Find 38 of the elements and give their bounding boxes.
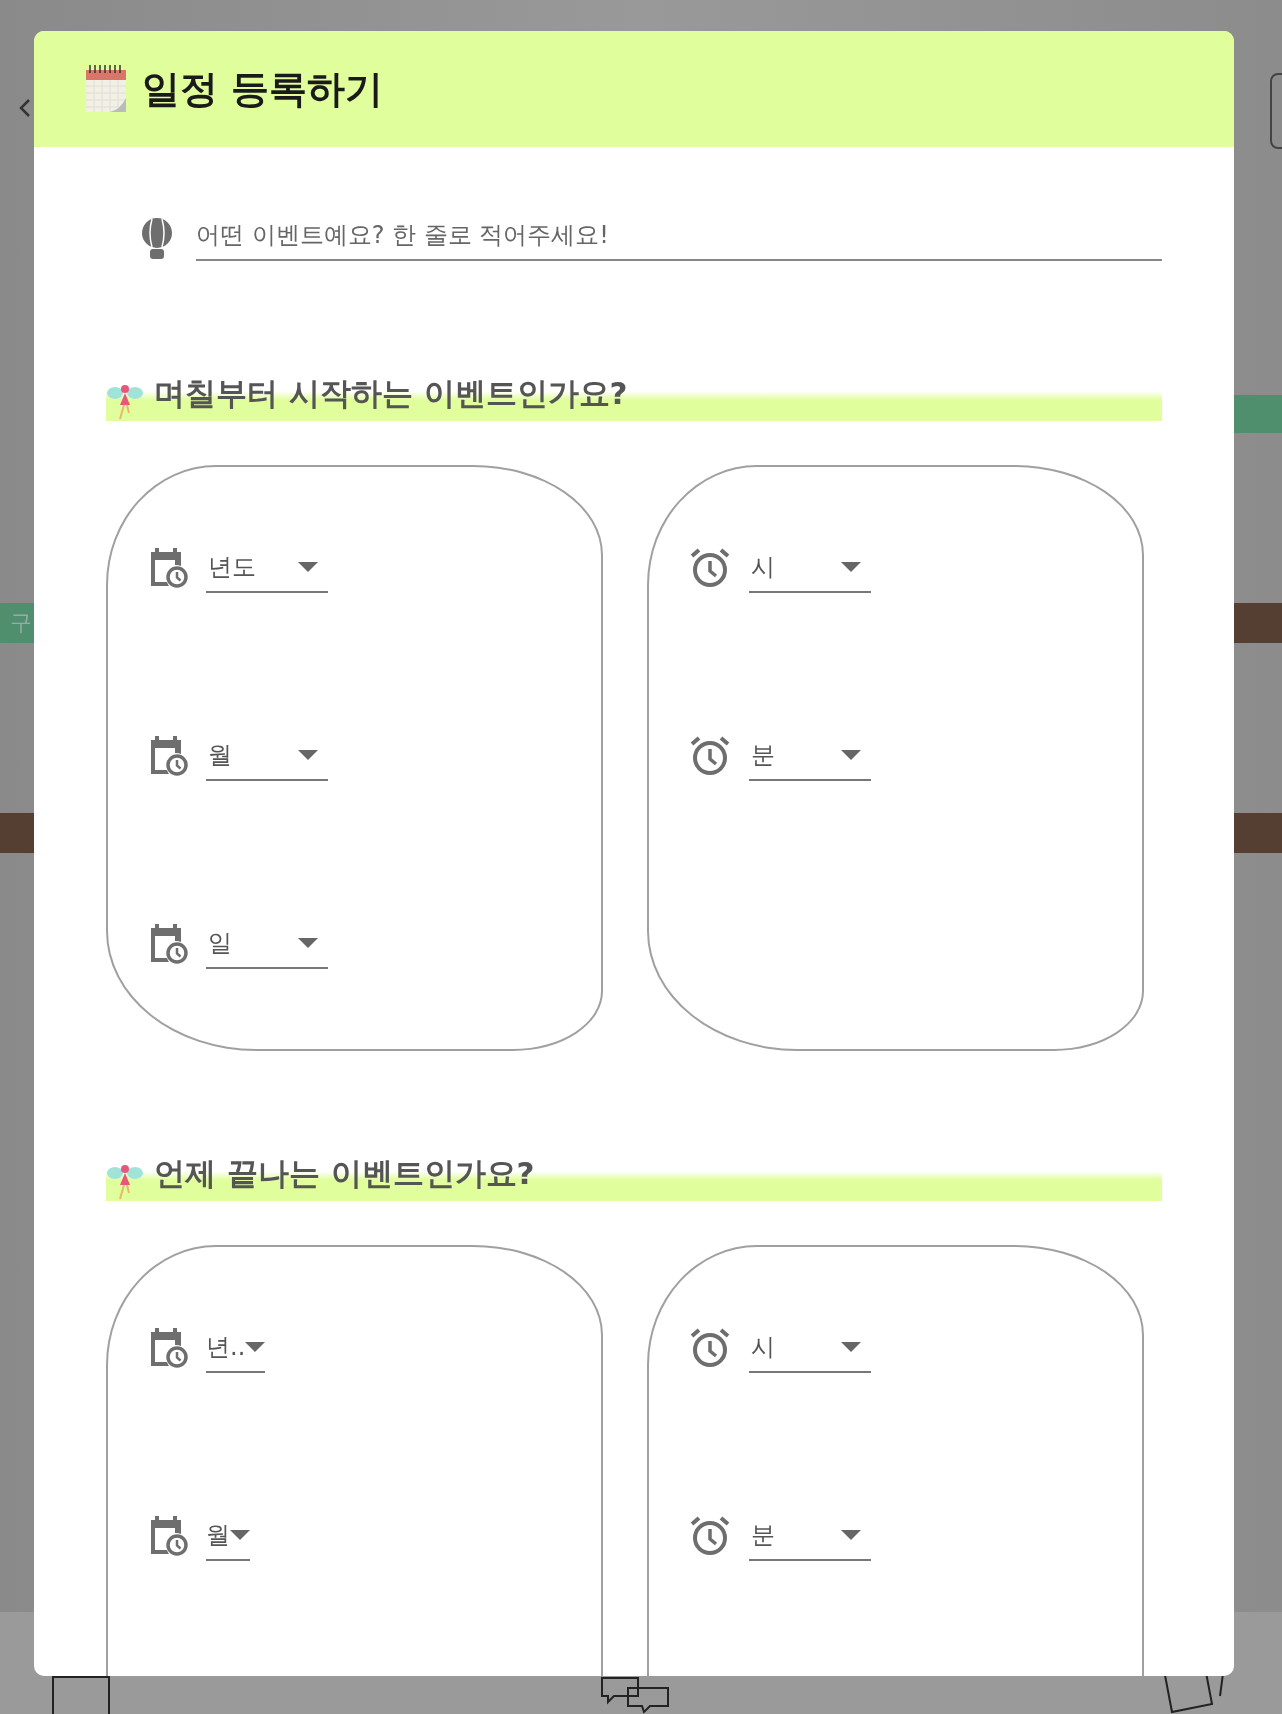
calendar-clock-icon: [148, 1326, 188, 1370]
time-dropdown[interactable]: 시: [749, 543, 871, 593]
time-dropdown[interactable]: 분: [749, 1511, 871, 1561]
caret-icon: [230, 1530, 250, 1540]
caret-icon: [298, 750, 318, 760]
background-band: [0, 813, 34, 853]
background-band: [1234, 395, 1282, 433]
section-heading: 언제 끝나는 이벤트인가요?: [154, 1154, 535, 1193]
time-dropdown[interactable]: 분: [749, 731, 871, 781]
alarm-clock-icon: [689, 547, 731, 589]
caret-icon: [841, 562, 861, 572]
alarm-clock-icon: [689, 1515, 731, 1557]
caret-icon: [841, 1530, 861, 1540]
calendar-clock-icon: [148, 922, 188, 966]
date-dropdown[interactable]: 일: [206, 919, 328, 969]
background-band: [1234, 603, 1282, 643]
alarm-clock-icon: [689, 1327, 731, 1369]
caret-icon: [841, 1342, 861, 1352]
calendar-clock-icon: [148, 734, 188, 778]
caret-icon: [245, 1342, 266, 1352]
date-dropdown[interactable]: 월: [206, 731, 328, 781]
dialog-title: 일정 등록하기: [142, 65, 384, 113]
calendar-icon: [84, 64, 128, 114]
date-dropdown[interactable]: 년도: [206, 543, 328, 593]
caret-icon: [298, 562, 318, 572]
date-dropdown[interactable]: 년..: [206, 1323, 266, 1373]
section-heading: 며칠부터 시작하는 이벤트인가요?: [154, 374, 628, 413]
back-chevron-icon: [18, 98, 32, 118]
time-dropdown[interactable]: 시: [749, 1323, 871, 1373]
calendar-clock-icon: [148, 546, 188, 590]
caret-icon: [841, 750, 861, 760]
caret-icon: [298, 938, 318, 948]
background-band: [1234, 813, 1282, 853]
date-dropdown[interactable]: 월: [206, 1511, 250, 1561]
lightbulb-icon: [140, 217, 174, 261]
chat-bubbles-icon: [600, 1676, 670, 1714]
calendar-clock-icon: [148, 1514, 188, 1558]
alarm-clock-icon: [689, 735, 731, 777]
